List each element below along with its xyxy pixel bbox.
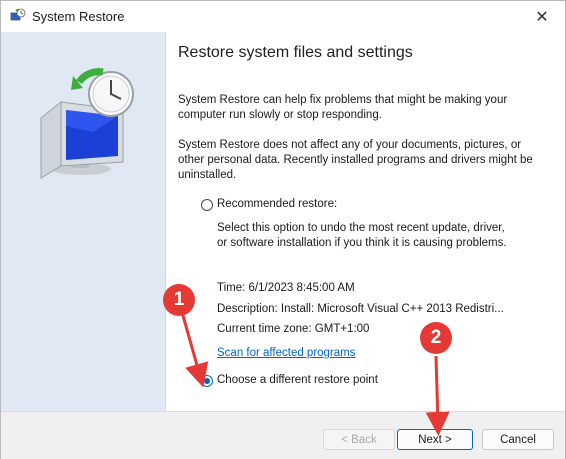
close-button[interactable]: ✕ — [519, 1, 565, 32]
different-restore-point-label[interactable]: Choose a different restore point — [217, 374, 378, 386]
restore-timezone: Current time zone: GMT+1:00 — [217, 323, 370, 335]
content-area: Restore system files and settings System… — [166, 32, 565, 411]
different-restore-point-radio[interactable] — [201, 375, 213, 387]
cancel-button[interactable]: Cancel — [482, 429, 554, 450]
recommended-restore-label[interactable]: Recommended restore: — [217, 198, 337, 210]
left-banner-panel — [1, 32, 166, 411]
monitor-clock-restore-icon — [40, 68, 134, 179]
annotation-marker-1: 1 — [163, 284, 195, 316]
info-text: System Restore does not affect any of yo… — [178, 139, 533, 181]
page-title: Restore system files and settings — [178, 44, 413, 61]
close-icon: ✕ — [535, 8, 549, 26]
recommended-restore-description: Select this option to undo the most rece… — [217, 222, 507, 249]
system-restore-icon — [10, 8, 26, 21]
title-bar: System Restore ✕ — [1, 1, 565, 32]
button-bar: < Back Next > Cancel — [1, 411, 565, 459]
window-title: System Restore — [32, 9, 125, 24]
intro-text: System Restore can help fix problems tha… — [178, 94, 508, 121]
annotation-marker-2: 2 — [420, 322, 452, 354]
system-restore-window: System Restore ✕ Restore system files an… — [0, 0, 566, 459]
recommended-restore-radio[interactable] — [201, 199, 213, 211]
scan-affected-programs-link[interactable]: Scan for affected programs — [217, 347, 356, 359]
next-button[interactable]: Next > — [397, 429, 473, 450]
back-button[interactable]: < Back — [323, 429, 395, 450]
restore-time: Time: 6/1/2023 8:45:00 AM — [217, 282, 355, 294]
restore-description: Description: Install: Microsoft Visual C… — [217, 303, 504, 315]
